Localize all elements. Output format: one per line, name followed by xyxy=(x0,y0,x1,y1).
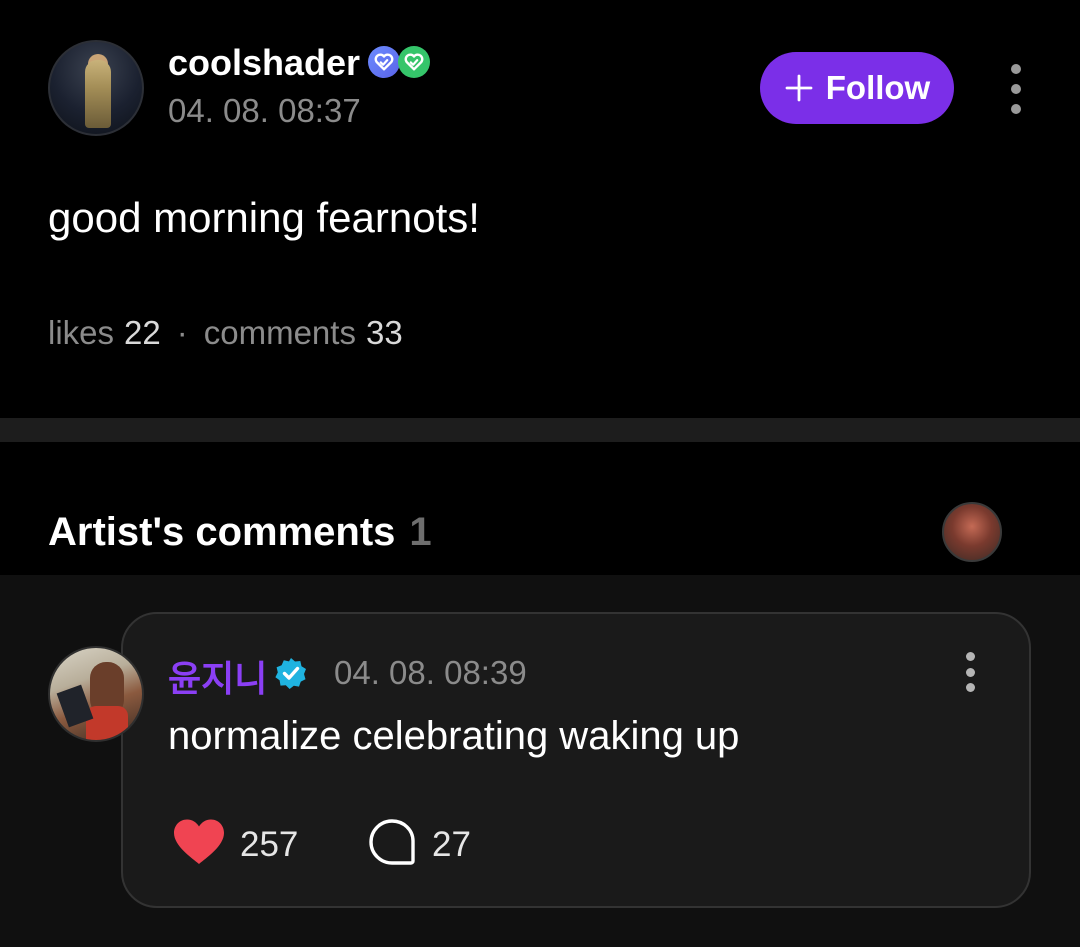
artist-comments-title: Artist's comments xyxy=(48,510,396,554)
follow-label: Follow xyxy=(825,69,931,106)
heart-check-badge-icon xyxy=(398,46,430,78)
post-stats: likes 22 · comments 33 xyxy=(48,314,403,352)
comment-reply-count: 27 xyxy=(432,824,471,864)
verified-icon xyxy=(274,656,308,690)
commenter-avatar[interactable] xyxy=(48,646,144,742)
post-timestamp: 04. 08. 08:37 xyxy=(168,92,361,129)
comments-count[interactable]: 33 xyxy=(366,314,403,352)
comment-more-icon[interactable] xyxy=(962,652,978,692)
comment-author-name[interactable]: 윤지니 xyxy=(168,650,267,702)
comments-label: comments xyxy=(203,314,356,351)
plus-icon xyxy=(784,73,814,103)
likes-label: likes xyxy=(48,314,115,351)
author-badges xyxy=(368,46,430,82)
author-username[interactable]: coolshader xyxy=(168,42,360,84)
more-vertical-icon[interactable] xyxy=(1006,64,1026,114)
comment-reply-button[interactable]: 27 xyxy=(368,818,471,871)
heart-icon xyxy=(172,818,226,871)
section-divider xyxy=(0,418,1080,442)
comment-text: normalize celebrating waking up xyxy=(168,714,740,758)
follow-button[interactable]: Follow xyxy=(760,52,954,124)
comment-timestamp: 04. 08. 08:39 xyxy=(334,654,527,691)
comment-like-count: 257 xyxy=(240,824,299,864)
post-text: good morning fearnots! xyxy=(48,194,480,241)
fan-badge-icon xyxy=(368,46,400,78)
author-avatar[interactable] xyxy=(48,40,144,136)
artist-avatar[interactable] xyxy=(942,502,1002,562)
likes-count[interactable]: 22 xyxy=(124,314,161,352)
artist-comments-heading: Artist's comments 1 xyxy=(48,510,432,555)
speech-bubble-icon xyxy=(368,818,416,871)
stats-separator: · xyxy=(176,314,188,351)
comment-like-button[interactable]: 257 xyxy=(172,818,298,871)
artist-comments-count: 1 xyxy=(409,510,432,554)
